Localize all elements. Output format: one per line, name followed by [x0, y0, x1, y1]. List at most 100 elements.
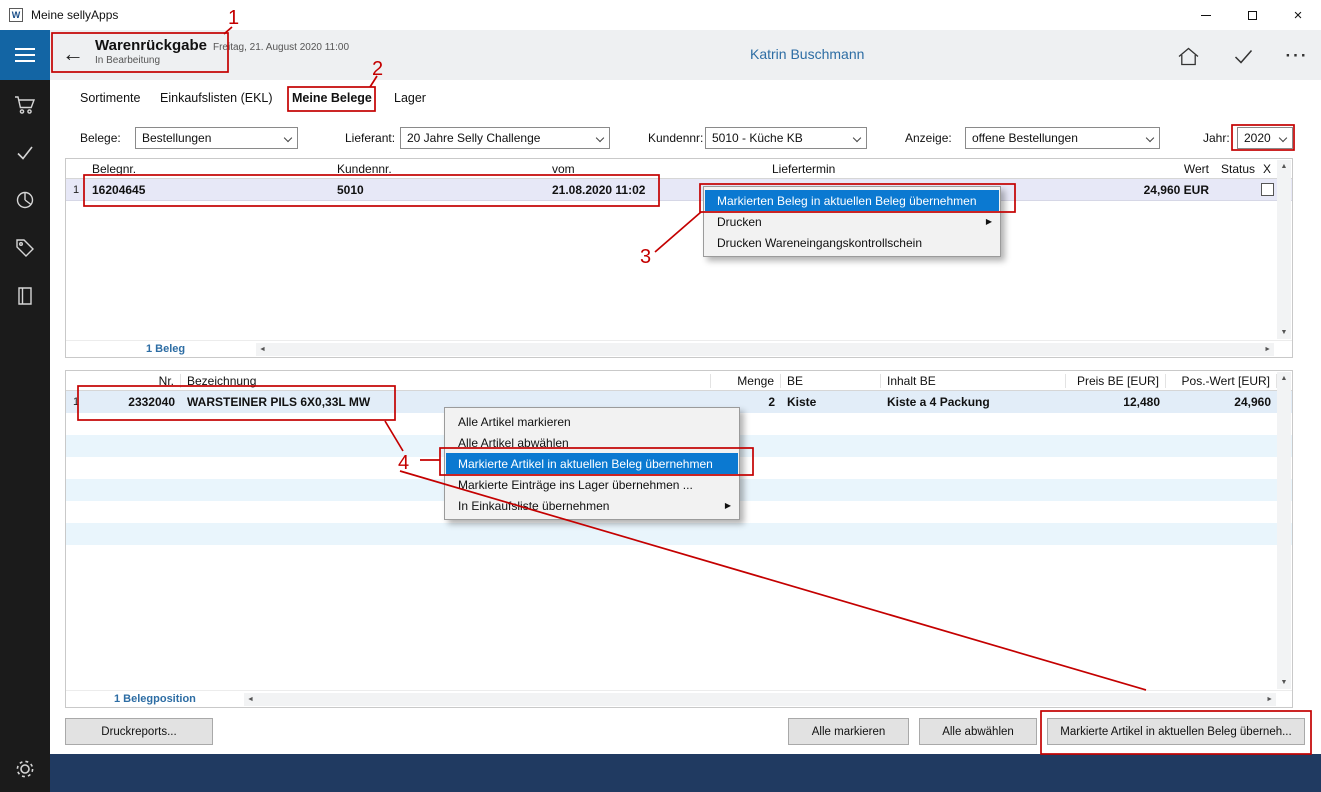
filter-label-kundennr: Kundennr:: [648, 131, 703, 145]
column-header-liefertermin[interactable]: Liefertermin: [766, 162, 1030, 176]
chevron-down-icon: [853, 134, 861, 142]
positionen-table-header: Nr. Bezeichnung Menge BE Inhalt BE Preis…: [66, 371, 1292, 391]
catalog-icon[interactable]: [0, 279, 50, 313]
cell-preis-be: 12,480: [1066, 395, 1166, 409]
column-header-nr[interactable]: Nr.: [86, 374, 181, 388]
menu-item-label: Drucken: [717, 215, 762, 229]
filter-label-lieferant: Lieferant:: [345, 131, 395, 145]
pie-chart-icon[interactable]: [0, 183, 50, 217]
belege-select-value: Bestellungen: [142, 131, 211, 145]
scroll-left-icon[interactable]: ◄: [247, 696, 254, 703]
user-name: Katrin Buschmann: [750, 46, 864, 62]
app-window: W Meine sellyApps × ←: [0, 0, 1321, 792]
uebernehmen-button[interactable]: Markierte Artikel in aktuellen Beleg übe…: [1047, 718, 1305, 745]
row-checkbox[interactable]: [1261, 183, 1274, 196]
beleg-row[interactable]: 1 16204645 5010 21.08.2020 11:02 24,960 …: [66, 179, 1292, 201]
column-header-be[interactable]: BE: [781, 374, 881, 388]
cell-nr: 2332040: [86, 395, 181, 409]
confirm-check-icon[interactable]: [1230, 43, 1256, 69]
horizontal-scrollbar[interactable]: ◄ ►: [244, 693, 1276, 706]
column-header-menge[interactable]: Menge: [711, 374, 781, 388]
filter-bar: Belege: Bestellungen Lieferant: 20 Jahre…: [50, 118, 1321, 158]
horizontal-scrollbar[interactable]: ◄ ►: [256, 343, 1274, 356]
gear-icon[interactable]: [0, 752, 50, 786]
window-title: Meine sellyApps: [31, 8, 118, 22]
vertical-scrollbar[interactable]: ▲ ▼: [1277, 160, 1291, 339]
tab-sortimente[interactable]: Sortimente: [80, 91, 140, 105]
column-header-kundennr[interactable]: Kundennr.: [331, 162, 546, 176]
empty-row: [66, 545, 1292, 567]
cart-icon[interactable]: [0, 88, 50, 122]
belege-table-header: Belegnr. Kundennr. vom Liefertermin Wert…: [66, 159, 1292, 179]
cell-wert: 24,960 EUR: [1030, 183, 1215, 197]
jahr-select[interactable]: 2020: [1237, 127, 1293, 149]
tasks-check-icon[interactable]: [0, 136, 50, 170]
menu-item-alle-abwaehlen[interactable]: Alle Artikel abwählen: [445, 432, 739, 453]
menu-item-ins-lager-uebernehmen[interactable]: Markierte Einträge ins Lager übernehmen …: [445, 474, 739, 495]
tab-bar: Sortimente Einkaufslisten (EKL) Meine Be…: [50, 80, 1321, 118]
lieferant-select[interactable]: 20 Jahre Selly Challenge: [400, 127, 610, 149]
column-header-pos-wert[interactable]: Pos.-Wert [EUR]: [1166, 374, 1277, 388]
minimize-icon: [1201, 15, 1211, 16]
hamburger-menu-button[interactable]: [0, 30, 50, 80]
minimize-button[interactable]: [1183, 0, 1229, 30]
row-number: 1: [66, 184, 86, 196]
column-header-wert[interactable]: Wert: [1030, 162, 1215, 176]
anzeige-select[interactable]: offene Bestellungen: [965, 127, 1160, 149]
home-icon[interactable]: [1175, 43, 1201, 69]
belege-table: Belegnr. Kundennr. vom Liefertermin Wert…: [65, 158, 1293, 358]
filter-label-anzeige: Anzeige:: [905, 131, 952, 145]
column-header-preis-be[interactable]: Preis BE [EUR]: [1066, 374, 1166, 388]
column-header-vom[interactable]: vom: [546, 162, 766, 176]
price-tag-icon[interactable]: [0, 231, 50, 265]
menu-item-beleg-uebernehmen[interactable]: Markierten Beleg in aktuellen Beleg über…: [705, 190, 999, 211]
menu-item-drucken-wareneingangskontrollschein[interactable]: Drucken Wareneingangskontrollschein: [704, 232, 1000, 253]
kundennr-select[interactable]: 5010 - Küche KB: [705, 127, 867, 149]
scroll-left-icon[interactable]: ◄: [259, 346, 266, 353]
menu-item-in-einkaufsliste[interactable]: In Einkaufsliste übernehmen ▶: [445, 495, 739, 516]
column-header-x[interactable]: X: [1257, 162, 1277, 176]
menu-item-artikel-uebernehmen[interactable]: Markierte Artikel in aktuellen Beleg übe…: [446, 453, 738, 474]
maximize-button[interactable]: [1229, 0, 1275, 30]
cell-inhalt-be: Kiste a 4 Packung: [881, 395, 1066, 409]
anzeige-select-value: offene Bestellungen: [972, 131, 1078, 145]
artikel-context-menu: Alle Artikel markieren Alle Artikel abwä…: [444, 407, 740, 520]
column-header-belegnr[interactable]: Belegnr.: [86, 162, 331, 176]
menu-item-drucken[interactable]: Drucken ▶: [704, 211, 1000, 232]
page-date: Freitag, 21. August 2020 11:00: [213, 42, 349, 53]
scroll-down-icon[interactable]: ▼: [1281, 329, 1288, 336]
menu-item-alle-markieren[interactable]: Alle Artikel markieren: [445, 411, 739, 432]
close-icon: ×: [1294, 8, 1303, 23]
column-header-bezeichnung[interactable]: Bezeichnung: [181, 374, 711, 388]
belegposition-count: 1 Belegposition: [114, 693, 196, 705]
scroll-right-icon[interactable]: ►: [1264, 346, 1271, 353]
close-button[interactable]: ×: [1275, 0, 1321, 30]
scroll-right-icon[interactable]: ►: [1266, 696, 1273, 703]
vertical-scrollbar[interactable]: ▲ ▼: [1277, 372, 1291, 689]
tab-einkaufslisten[interactable]: Einkaufslisten (EKL): [160, 91, 273, 105]
status-text: In Bearbeitung: [95, 55, 349, 66]
app-logo-icon: W: [9, 8, 23, 22]
druckreports-button[interactable]: Druckreports...: [65, 718, 213, 745]
more-options-icon[interactable]: ···: [1284, 43, 1310, 69]
filter-label-belege: Belege:: [80, 131, 121, 145]
column-header-status[interactable]: Status: [1215, 162, 1257, 176]
chevron-down-icon: [1279, 134, 1287, 142]
bottom-bar: [50, 754, 1321, 792]
tab-meine-belege[interactable]: Meine Belege: [292, 91, 372, 105]
column-header-inhalt-be[interactable]: Inhalt BE: [881, 374, 1066, 388]
beleg-count: 1 Beleg: [146, 343, 185, 355]
tab-lager[interactable]: Lager: [394, 91, 426, 105]
alle-abwaehlen-button[interactable]: Alle abwählen: [919, 718, 1037, 745]
beleg-context-menu: Markierten Beleg in aktuellen Beleg über…: [703, 186, 1001, 257]
scroll-down-icon[interactable]: ▼: [1281, 679, 1288, 686]
maximize-icon: [1248, 11, 1257, 20]
alle-markieren-button[interactable]: Alle markieren: [788, 718, 909, 745]
kundennr-select-value: 5010 - Küche KB: [712, 131, 803, 145]
belege-select[interactable]: Bestellungen: [135, 127, 298, 149]
scroll-up-icon[interactable]: ▲: [1281, 163, 1288, 170]
scroll-up-icon[interactable]: ▲: [1281, 375, 1288, 382]
lieferant-select-value: 20 Jahre Selly Challenge: [407, 131, 540, 145]
empty-row: [66, 523, 1292, 545]
back-button[interactable]: ←: [62, 40, 84, 68]
